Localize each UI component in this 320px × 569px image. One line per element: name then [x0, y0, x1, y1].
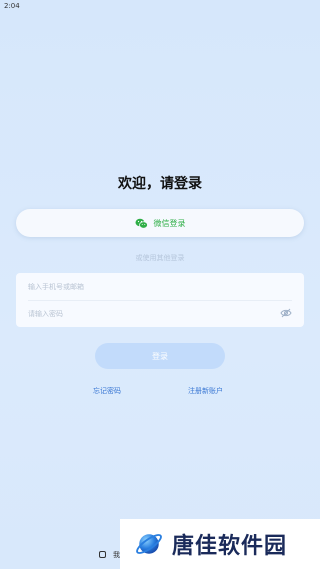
wechat-icon	[135, 218, 148, 229]
account-row	[16, 273, 304, 300]
agreement-text: 我	[113, 551, 120, 559]
password-row	[16, 300, 304, 327]
login-button[interactable]: 登录	[95, 343, 225, 369]
password-input[interactable]	[28, 309, 268, 318]
watermark: 唐佳软件园	[120, 519, 320, 569]
alt-login-text: 或使用其他登录	[135, 254, 185, 262]
eye-off-icon[interactable]	[280, 308, 292, 318]
status-time: 2:04	[4, 2, 20, 10]
register-link[interactable]: 注册新账户	[188, 386, 223, 396]
wechat-login-button[interactable]: 微信登录	[16, 209, 304, 237]
planet-logo	[136, 534, 162, 554]
login-form	[16, 273, 304, 327]
status-bar: 2:04	[0, 0, 320, 14]
wechat-login-label: 微信登录	[153, 218, 186, 228]
watermark-text: 唐佳软件园	[172, 534, 288, 559]
forgot-password-link[interactable]: 忘记密码	[93, 386, 121, 396]
agreement-checkbox[interactable]	[99, 551, 106, 558]
account-input[interactable]	[28, 282, 268, 291]
page-title: 欢迎，请登录	[118, 176, 202, 192]
